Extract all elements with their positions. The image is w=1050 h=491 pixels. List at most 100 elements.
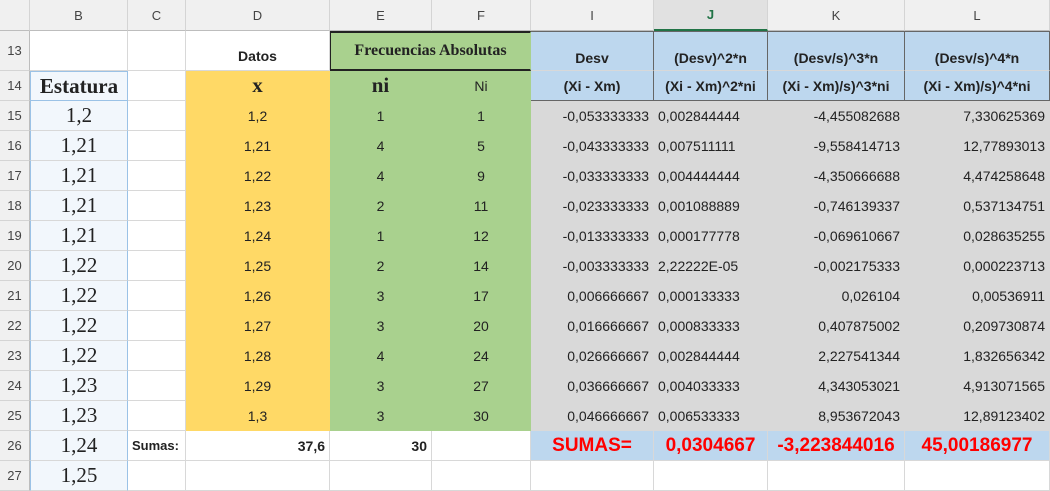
row-header-15[interactable]: 15 <box>0 101 30 131</box>
desv-header-bottom[interactable]: (Xi - Xm) <box>531 71 654 101</box>
desv-value[interactable]: -0,033333333 <box>531 161 654 191</box>
j-header-bottom[interactable]: (Xi - Xm)^2*ni <box>654 71 768 101</box>
l-value[interactable]: 4,474258648 <box>905 161 1050 191</box>
row-header-19[interactable]: 19 <box>0 221 30 251</box>
Ni-value[interactable]: 12 <box>432 221 531 251</box>
x-value[interactable]: 1,29 <box>186 371 330 401</box>
desv-header-top[interactable]: Desv <box>531 31 654 71</box>
estatura-header[interactable]: Estatura <box>30 71 128 101</box>
x-header[interactable]: x <box>186 71 330 101</box>
Ni-value[interactable]: 1 <box>432 101 531 131</box>
x-sum[interactable]: 37,6 <box>186 431 330 461</box>
cell-row27[interactable] <box>654 461 768 491</box>
cell-c[interactable] <box>128 341 186 371</box>
estatura-value[interactable]: 1,21 <box>30 161 128 191</box>
cell-row27[interactable] <box>768 461 905 491</box>
cell-c[interactable] <box>128 371 186 401</box>
k-header-top[interactable]: (Desv/s)^3*n <box>768 31 905 71</box>
datos-label[interactable]: Datos <box>186 31 330 71</box>
column-header-i[interactable]: I <box>531 0 654 31</box>
cell-b13[interactable] <box>30 31 128 71</box>
cell-c[interactable] <box>128 191 186 221</box>
l-sum[interactable]: 45,00186977 <box>905 431 1050 461</box>
x-value[interactable]: 1,25 <box>186 251 330 281</box>
cell-row27[interactable] <box>905 461 1050 491</box>
x-value[interactable]: 1,27 <box>186 311 330 341</box>
Ni-value[interactable]: 9 <box>432 161 531 191</box>
l-value[interactable]: 0,537134751 <box>905 191 1050 221</box>
ni-value[interactable]: 3 <box>330 281 432 311</box>
desv-value[interactable]: -0,053333333 <box>531 101 654 131</box>
j-value[interactable]: 0,007511111 <box>654 131 768 161</box>
column-header-b[interactable]: B <box>30 0 128 31</box>
cell-c[interactable] <box>128 101 186 131</box>
ni-value[interactable]: 3 <box>330 311 432 341</box>
ni-value[interactable]: 1 <box>330 101 432 131</box>
desv-value[interactable]: 0,006666667 <box>531 281 654 311</box>
k-sum[interactable]: -3,223844016 <box>768 431 905 461</box>
estatura-value[interactable]: 1,22 <box>30 281 128 311</box>
row-header-24[interactable]: 24 <box>0 371 30 401</box>
row-header-22[interactable]: 22 <box>0 311 30 341</box>
Ni-value[interactable]: 14 <box>432 251 531 281</box>
ni-value[interactable]: 2 <box>330 191 432 221</box>
j-value[interactable]: 0,001088889 <box>654 191 768 221</box>
estatura-value[interactable]: 1,22 <box>30 311 128 341</box>
j-sum[interactable]: 0,0304667 <box>654 431 768 461</box>
Ni-value[interactable]: 24 <box>432 341 531 371</box>
Ni-value[interactable]: 17 <box>432 281 531 311</box>
frecuencias-header[interactable]: Frecuencias Absolutas <box>330 31 531 71</box>
desv-value[interactable]: -0,013333333 <box>531 221 654 251</box>
x-value[interactable]: 1,2 <box>186 101 330 131</box>
k-value[interactable]: -9,558414713 <box>768 131 905 161</box>
ni-value[interactable]: 2 <box>330 251 432 281</box>
j-header-top[interactable]: (Desv)^2*n <box>654 31 768 71</box>
k-value[interactable]: 0,026104 <box>768 281 905 311</box>
cell-c[interactable] <box>128 401 186 431</box>
row-header-13[interactable]: 13 <box>0 31 30 71</box>
column-header-f[interactable]: F <box>432 0 531 31</box>
k-value[interactable]: -0,069610667 <box>768 221 905 251</box>
desv-value[interactable]: 0,036666667 <box>531 371 654 401</box>
row-header-17[interactable]: 17 <box>0 161 30 191</box>
estatura-value[interactable]: 1,22 <box>30 251 128 281</box>
l-value[interactable]: 4,913071565 <box>905 371 1050 401</box>
estatura-value[interactable]: 1,21 <box>30 191 128 221</box>
cell-row27[interactable] <box>531 461 654 491</box>
j-value[interactable]: 2,22222E-05 <box>654 251 768 281</box>
estatura-value[interactable]: 1,22 <box>30 341 128 371</box>
cell-c[interactable] <box>128 131 186 161</box>
Ni-value[interactable]: 30 <box>432 401 531 431</box>
k-value[interactable]: -0,002175333 <box>768 251 905 281</box>
ni-value[interactable]: 4 <box>330 341 432 371</box>
j-value[interactable]: 0,006533333 <box>654 401 768 431</box>
cell-row27[interactable] <box>432 461 531 491</box>
ni-value[interactable]: 1 <box>330 221 432 251</box>
x-value[interactable]: 1,24 <box>186 221 330 251</box>
k-value[interactable]: 8,953672043 <box>768 401 905 431</box>
l-header-bottom[interactable]: (Xi - Xm)/s)^4*ni <box>905 71 1050 101</box>
ni-header[interactable]: ni <box>330 71 432 101</box>
desv-value[interactable]: 0,026666667 <box>531 341 654 371</box>
estatura-value[interactable]: 1,23 <box>30 401 128 431</box>
estatura-value[interactable]: 1,25 <box>30 461 128 491</box>
cell-c[interactable] <box>128 251 186 281</box>
cell-row27[interactable] <box>186 461 330 491</box>
row-header-21[interactable]: 21 <box>0 281 30 311</box>
l-value[interactable]: 7,330625369 <box>905 101 1050 131</box>
row-header-23[interactable]: 23 <box>0 341 30 371</box>
estatura-value[interactable]: 1,21 <box>30 221 128 251</box>
cell-c14[interactable] <box>128 71 186 101</box>
j-value[interactable]: 0,002844444 <box>654 101 768 131</box>
column-header-l[interactable]: L <box>905 0 1050 31</box>
column-header-c[interactable]: C <box>128 0 186 31</box>
ni-sum[interactable]: 30 <box>330 431 432 461</box>
cell-c13[interactable] <box>128 31 186 71</box>
j-value[interactable]: 0,000833333 <box>654 311 768 341</box>
k-value[interactable]: -0,746139337 <box>768 191 905 221</box>
Ni-header[interactable]: Ni <box>432 71 531 101</box>
estatura-value[interactable]: 1,21 <box>30 131 128 161</box>
row-header-26[interactable]: 26 <box>0 431 30 461</box>
x-value[interactable]: 1,28 <box>186 341 330 371</box>
l-value[interactable]: 0,028635255 <box>905 221 1050 251</box>
